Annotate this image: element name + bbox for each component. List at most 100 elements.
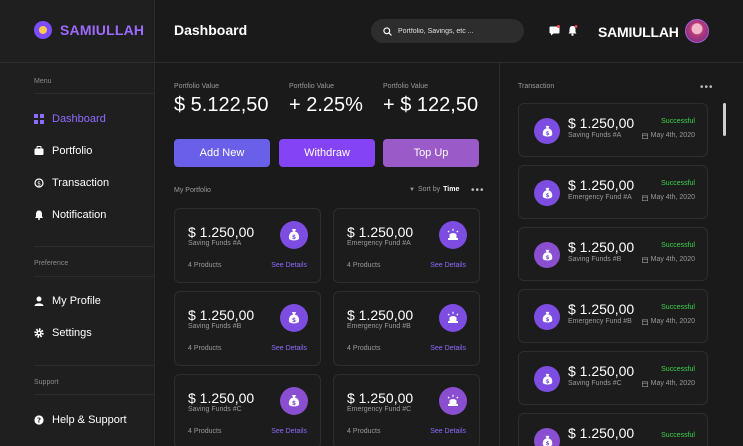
portfolio-value: $ 5.122,50: [174, 94, 269, 116]
card-amount: $ 1.250,00: [347, 307, 414, 323]
card-amount: $ 1.250,00: [188, 224, 255, 240]
portfolio-card[interactable]: $ 1.250,00 Emergency Fund #A 4 Products …: [333, 208, 480, 283]
support-section-label: Support: [34, 379, 59, 386]
calendar-icon: [641, 195, 648, 201]
transaction-name: Saving Funds #A: [568, 132, 622, 139]
sidebar-item-label: Dashboard: [52, 113, 106, 125]
card-name: Emergency Fund #A: [347, 240, 411, 247]
card-products: 4 Products: [347, 345, 381, 352]
svg-text:$: $: [545, 441, 549, 446]
sidebar-item-transaction[interactable]: $ Transaction: [34, 177, 109, 189]
see-details-link[interactable]: See Details: [430, 262, 466, 269]
briefcase-icon: [34, 146, 44, 155]
sidebar-item-notification[interactable]: Notification: [34, 209, 106, 221]
add-new-button[interactable]: Add New: [174, 139, 270, 167]
siren-icon: [439, 221, 467, 249]
user-icon: [34, 296, 44, 306]
svg-text:$: $: [545, 193, 549, 199]
scrollbar[interactable]: [723, 103, 726, 136]
avatar[interactable]: [685, 19, 709, 43]
stat-label: Portfolio Value: [289, 83, 335, 90]
sidebar-item-help-support[interactable]: ? Help & Support: [34, 414, 127, 426]
portfolio-card[interactable]: $ 1.250,00 Emergency Fund #B 4 Products …: [333, 291, 480, 366]
transaction-icon: $: [34, 178, 44, 188]
transaction-date: May 4th, 2020: [641, 318, 695, 325]
status-badge: Successful: [661, 304, 695, 311]
sidebar-item-my-profile[interactable]: My Profile: [34, 295, 101, 307]
see-details-link[interactable]: See Details: [430, 428, 466, 435]
portfolio-card[interactable]: $ 1.250,00 Emergency Fund #C 4 Products …: [333, 374, 480, 446]
svg-text:$: $: [292, 400, 296, 407]
transaction-item[interactable]: $ $ 1.250,00 Saving Funds #B Successful …: [518, 227, 708, 281]
transaction-item[interactable]: $ $ 1.250,00 Successful: [518, 413, 708, 446]
transaction-amount: $ 1.250,00: [568, 177, 635, 193]
sidebar-item-portfolio[interactable]: Portfolio: [34, 145, 92, 157]
svg-text:$: $: [545, 317, 549, 323]
divider: [34, 365, 155, 366]
withdraw-button[interactable]: Withdraw: [279, 139, 375, 167]
sidebar: SAMIULLAH Menu Dashboard Portfolio $ Tra…: [0, 0, 155, 446]
sidebar-item-label: Help & Support: [52, 414, 127, 426]
message-icon[interactable]: [549, 25, 560, 36]
card-products: 4 Products: [188, 428, 222, 435]
portfolio-card[interactable]: $ 1.250,00 Saving Funds #B 4 Products Se…: [174, 291, 321, 366]
card-products: 4 Products: [347, 428, 381, 435]
date-text: May 4th, 2020: [650, 256, 695, 263]
transaction-item[interactable]: $ $ 1.250,00 Emergency Fund #B Successfu…: [518, 289, 708, 343]
top-up-button[interactable]: Top Up: [383, 139, 479, 167]
status-badge: Successful: [661, 432, 695, 439]
date-text: May 4th, 2020: [650, 194, 695, 201]
grid-icon: [34, 114, 44, 124]
search-icon: [383, 26, 392, 36]
transaction-date: May 4th, 2020: [641, 132, 695, 139]
money-bag-icon: $: [534, 428, 560, 446]
svg-text:?: ?: [37, 417, 41, 425]
svg-text:$: $: [545, 255, 549, 261]
transaction-section-label: Transaction: [518, 83, 555, 90]
sidebar-item-settings[interactable]: Settings: [34, 327, 92, 339]
more-options-icon[interactable]: •••: [471, 186, 485, 196]
portfolio-card[interactable]: $ 1.250,00 Saving Funds #C 4 Products Se…: [174, 374, 321, 446]
card-products: 4 Products: [347, 262, 381, 269]
brand[interactable]: SAMIULLAH: [34, 21, 144, 39]
sidebar-item-label: Portfolio: [52, 145, 93, 157]
svg-text:$: $: [37, 180, 41, 187]
see-details-link[interactable]: See Details: [271, 428, 307, 435]
more-options-icon[interactable]: •••: [700, 83, 714, 93]
card-products: 4 Products: [188, 262, 222, 269]
transaction-item[interactable]: $ $ 1.250,00 Emergency Fund #A Successfu…: [518, 165, 708, 219]
divider: [0, 62, 155, 63]
sidebar-item-dashboard[interactable]: Dashboard: [34, 113, 106, 125]
sidebar-item-label: My Profile: [52, 295, 101, 307]
see-details-link[interactable]: See Details: [271, 262, 307, 269]
see-details-link[interactable]: See Details: [271, 345, 307, 352]
status-badge: Successful: [661, 242, 695, 249]
search-bar[interactable]: [371, 19, 524, 43]
bell-icon[interactable]: [567, 25, 578, 36]
card-name: Emergency Fund #B: [347, 323, 411, 330]
stat-label: Portfolio Value: [174, 83, 220, 90]
svg-text:$: $: [292, 317, 296, 324]
menu-section-label: Menu: [34, 78, 52, 85]
preference-section-label: Preference: [34, 260, 69, 267]
transaction-item[interactable]: $ $ 1.250,00 Saving Funds #A Successful …: [518, 103, 708, 157]
portfolio-change-percent: + 2.25%: [289, 94, 363, 116]
sort-dropdown[interactable]: ▼ Sort by Time: [409, 186, 459, 193]
money-bag-icon: $: [534, 366, 560, 392]
caret-down-icon: ▼: [409, 186, 415, 193]
card-products: 4 Products: [188, 345, 222, 352]
transaction-name: Saving Funds #B: [568, 256, 622, 263]
money-bag-icon: $: [534, 118, 560, 144]
portfolio-card[interactable]: $ 1.250,00 Saving Funds #A 4 Products Se…: [174, 208, 321, 283]
sort-prefix: Sort by: [417, 186, 441, 193]
stat-label: Portfolio Value: [383, 83, 429, 90]
header-divider: [155, 62, 743, 63]
card-amount: $ 1.250,00: [347, 224, 414, 240]
card-amount: $ 1.250,00: [347, 390, 414, 406]
money-bag-icon: $: [280, 304, 308, 332]
see-details-link[interactable]: See Details: [430, 345, 466, 352]
calendar-icon: [641, 381, 648, 387]
search-input[interactable]: [398, 27, 518, 35]
transaction-item[interactable]: $ $ 1.250,00 Saving Funds #C Successful …: [518, 351, 708, 405]
date-text: May 4th, 2020: [650, 132, 695, 139]
